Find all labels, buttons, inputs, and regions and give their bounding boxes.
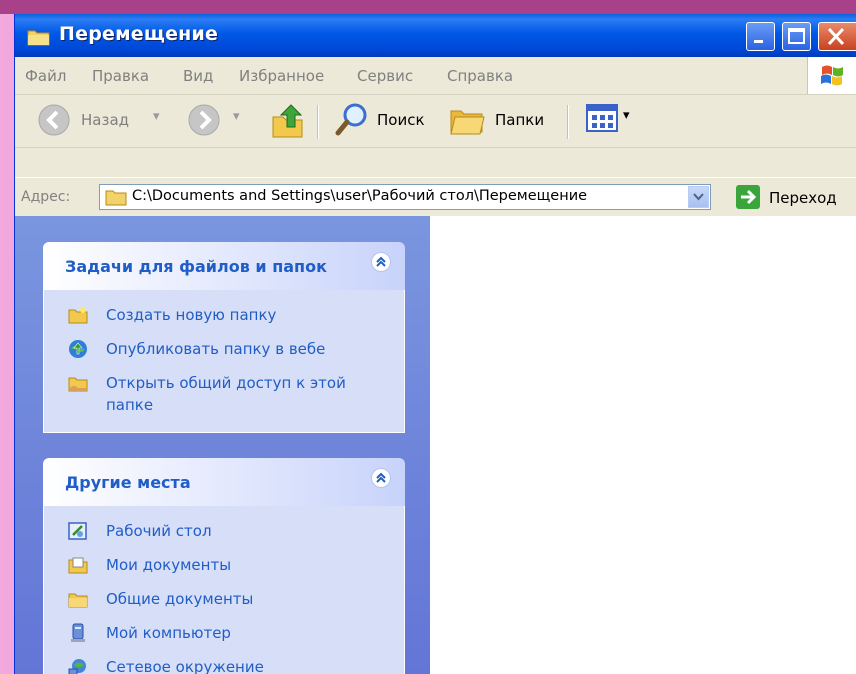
maximize-button[interactable] (782, 22, 811, 51)
content-area: Задачи для файлов и папок Создать новую (15, 216, 856, 674)
web-publish-icon (69, 340, 87, 358)
explorer-window: Перемещение Файл Правка Вид Избранное Се… (14, 14, 856, 674)
places-panel-header[interactable]: Другие места (43, 458, 405, 506)
views-button[interactable]: ▾ (585, 103, 639, 139)
window-title: Перемещение (59, 23, 219, 45)
address-label: Адрес: (21, 189, 71, 205)
task-label: Создать новую папку (106, 306, 277, 324)
task-label-line2: папке (106, 396, 154, 414)
my-computer-icon (71, 623, 85, 642)
collapse-button[interactable] (371, 468, 391, 488)
toolbar-separator (317, 105, 319, 139)
go-button[interactable]: Переход (735, 184, 856, 212)
folder-icon (27, 30, 50, 46)
search-button[interactable]: Поиск (333, 101, 443, 141)
double-chevron-up-icon (376, 472, 386, 483)
place-label: Рабочий стол (106, 522, 212, 540)
share-folder-icon (68, 377, 88, 392)
search-icon (335, 103, 367, 136)
toolbar: Назад ▾ ▾ Поиск Папки ▾ (15, 95, 856, 148)
menu-help[interactable]: Справка (447, 67, 513, 85)
menu-edit[interactable]: Правка (92, 67, 149, 85)
desktop-icon (68, 522, 87, 540)
go-arrow-icon (736, 185, 760, 209)
tasks-panel-header[interactable]: Задачи для файлов и папок (43, 242, 405, 290)
address-dropdown-button[interactable] (688, 186, 709, 208)
desktop-background (0, 0, 856, 14)
address-bar: Адрес: C:\Documents and Settings\user\Ра… (15, 177, 856, 217)
menu-bar: Файл Правка Вид Избранное Сервис Справка (15, 57, 856, 95)
place-label: Общие документы (106, 590, 254, 608)
search-label: Поиск (377, 111, 425, 129)
up-folder-icon (272, 104, 303, 138)
title-bar[interactable]: Перемещение (15, 14, 856, 57)
tasks-panel-title: Задачи для файлов и папок (65, 257, 327, 276)
maximize-icon (788, 28, 805, 44)
new-folder-icon (68, 307, 88, 324)
go-label: Переход (769, 189, 837, 207)
menu-favorites[interactable]: Избранное (239, 67, 324, 85)
double-chevron-up-icon (376, 256, 386, 267)
task-pane: Задачи для файлов и папок Создать новую (15, 216, 430, 674)
chevron-down-icon (693, 193, 704, 201)
tasks-panel-body: Создать новую папку Опубликовать папку в… (43, 290, 405, 433)
toolbar-separator (567, 105, 569, 139)
close-icon (827, 27, 845, 46)
minimize-button[interactable] (746, 22, 775, 51)
file-list-pane[interactable] (430, 216, 856, 674)
up-folder-button[interactable] (269, 101, 309, 141)
folders-button[interactable]: Папки (447, 101, 562, 141)
folders-label: Папки (495, 111, 545, 129)
place-label: Мои документы (106, 556, 232, 574)
collapse-button[interactable] (371, 252, 391, 272)
menu-view[interactable]: Вид (183, 67, 213, 85)
windows-flag-icon (821, 65, 843, 86)
back-label: Назад (81, 111, 130, 129)
places-panel-body: Рабочий стол Мои документы Общие докумен… (43, 506, 405, 674)
shared-documents-icon (68, 593, 88, 608)
place-label: Сетевое окружение (106, 658, 264, 674)
back-button[interactable]: Назад ▾ (37, 103, 177, 139)
folder-icon (105, 190, 127, 206)
address-input[interactable]: C:\Documents and Settings\user\Рабочий с… (99, 184, 711, 210)
forward-arrow-icon (188, 104, 220, 136)
menu-file[interactable]: Файл (25, 67, 66, 85)
menu-tools[interactable]: Сервис (357, 67, 413, 85)
windows-logo (807, 57, 856, 94)
views-dropdown-icon: ▾ (623, 108, 630, 123)
network-icon (68, 659, 86, 674)
task-label-line1: Открыть общий доступ к этой (106, 374, 346, 392)
views-grid-icon (586, 104, 618, 132)
back-arrow-icon (38, 104, 70, 136)
back-dropdown-icon[interactable]: ▾ (153, 109, 160, 124)
places-panel-title: Другие места (65, 473, 191, 492)
folders-icon (450, 110, 485, 135)
close-button[interactable] (818, 22, 856, 51)
forward-dropdown-icon[interactable]: ▾ (233, 109, 240, 124)
forward-button[interactable]: ▾ (187, 103, 257, 139)
tasks-panel: Задачи для файлов и папок Создать новую (43, 242, 405, 433)
minimize-icon (754, 40, 763, 43)
places-panel: Другие места Рабочий стол Мои документы … (43, 458, 405, 674)
task-label: Опубликовать папку в вебе (106, 340, 326, 358)
place-label: Мой компьютер (106, 624, 231, 642)
address-path: C:\Documents and Settings\user\Рабочий с… (132, 188, 588, 204)
my-documents-icon (68, 557, 88, 574)
